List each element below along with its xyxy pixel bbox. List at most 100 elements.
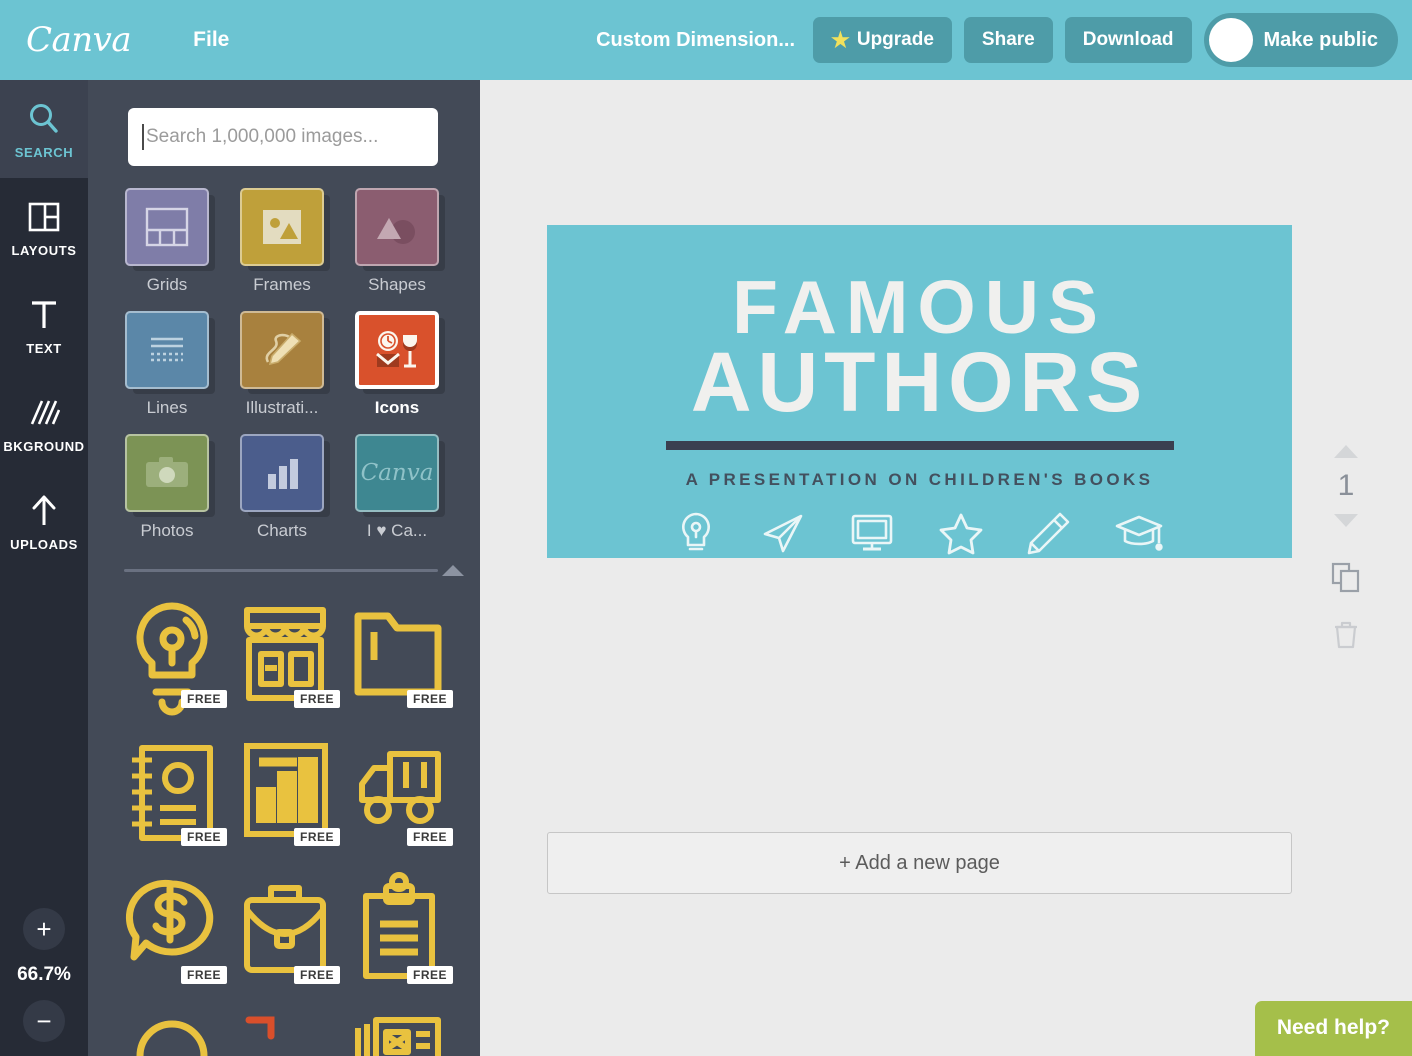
star-icon: ★ xyxy=(831,28,850,52)
monitor-icon[interactable] xyxy=(849,511,895,558)
canva-logo[interactable]: Canva xyxy=(26,20,132,60)
charts-icon xyxy=(240,434,324,512)
category-tiles: Grids Frames Shapes Lines Illustrati... … xyxy=(88,166,480,557)
pencil-icon[interactable] xyxy=(1027,510,1071,558)
collapse-chevron-up-icon[interactable] xyxy=(442,565,464,576)
assets-panel: Search 1,000,000 images... Grids Frames … xyxy=(88,80,480,1056)
icon-result-newspaper[interactable]: FREE xyxy=(348,1010,461,1056)
sidebar-item-bkground[interactable]: BKGROUND xyxy=(0,374,88,472)
share-label: Share xyxy=(981,29,1035,50)
category-tile-label: Grids xyxy=(146,275,188,294)
sidebar-item-label: LAYOUTS xyxy=(11,243,77,258)
star-outline-icon[interactable] xyxy=(938,511,984,558)
sidebar-item-layouts[interactable]: LAYOUTS xyxy=(0,178,88,276)
grids-icon xyxy=(125,188,209,266)
lightbulb-icon[interactable] xyxy=(675,510,717,558)
category-tile-frames[interactable]: Frames xyxy=(240,188,355,295)
page-controls: 1 xyxy=(1318,445,1374,655)
category-tile-label: Photos xyxy=(140,521,194,540)
icon-result-balloon[interactable] xyxy=(235,1010,348,1056)
file-menu[interactable]: File xyxy=(193,28,229,52)
need-help-button[interactable]: Need help? xyxy=(1254,1001,1412,1056)
layouts-icon xyxy=(28,196,60,238)
zoom-level-value: 66.7% xyxy=(17,964,71,985)
slide-subtitle[interactable]: A PRESENTATION ON CHILDREN'S BOOKS xyxy=(547,470,1292,490)
sidebar-item-label: SEARCH xyxy=(14,145,74,160)
header-actions: Custom Dimension... ★ Upgrade Share Down… xyxy=(596,13,1412,67)
sidebar-item-label: BKGROUND xyxy=(3,439,85,454)
free-badge: FREE xyxy=(406,966,453,984)
icon-result-bar-chart[interactable]: FREE xyxy=(235,734,348,872)
left-rail: SEARCH LAYOUTS TEXT BKGROUND UPLOADS + 6… xyxy=(0,80,88,1056)
uploads-icon xyxy=(29,490,59,532)
graduation-cap-icon[interactable] xyxy=(1114,511,1164,558)
slide-rule xyxy=(665,440,1174,450)
icon-result-folder[interactable]: FREE xyxy=(348,596,461,734)
zoom-controls: + 66.7% − xyxy=(0,908,88,1042)
search-placeholder: Search 1,000,000 images... xyxy=(146,126,379,147)
duplicate-page-icon[interactable] xyxy=(1330,561,1362,598)
icon-result-notebook[interactable]: FREE xyxy=(122,734,235,872)
free-badge: FREE xyxy=(180,828,227,846)
category-tile-grids[interactable]: Grids xyxy=(125,188,240,295)
text-icon xyxy=(29,294,59,336)
panel-divider xyxy=(124,565,464,576)
canva-brand-icon: Canva xyxy=(355,434,439,512)
icon-result-briefcase[interactable]: FREE xyxy=(235,872,348,1010)
category-tile-label: Shapes xyxy=(368,275,426,294)
sidebar-item-uploads[interactable]: UPLOADS xyxy=(0,472,88,570)
photos-icon xyxy=(125,434,209,512)
upgrade-button[interactable]: ★ Upgrade xyxy=(813,17,952,63)
slide-title-line2[interactable]: AUTHORS xyxy=(547,340,1292,424)
sidebar-item-search[interactable]: SEARCH xyxy=(0,80,88,178)
trash-icon[interactable] xyxy=(1332,620,1360,655)
share-button[interactable]: Share xyxy=(963,17,1053,63)
free-badge: FREE xyxy=(293,966,340,984)
sidebar-item-label: TEXT xyxy=(26,341,62,356)
icon-result-shop[interactable]: FREE xyxy=(235,596,348,734)
add-new-page-button[interactable]: + Add a new page xyxy=(547,832,1292,894)
zoom-in-button[interactable]: + xyxy=(23,908,65,950)
icons-icon xyxy=(355,311,439,389)
chevron-down-icon[interactable] xyxy=(1334,514,1358,527)
slide-canvas[interactable]: FAMOUS AUTHORS A PRESENTATION ON CHILDRE… xyxy=(547,225,1292,558)
chevron-up-icon[interactable] xyxy=(1334,445,1358,458)
icon-result-dollar-chat[interactable]: FREE xyxy=(122,872,235,1010)
icon-result-truck[interactable]: FREE xyxy=(348,734,461,872)
free-badge: FREE xyxy=(180,966,227,984)
icon-result-clipboard[interactable]: FREE xyxy=(348,872,461,1010)
free-badge: FREE xyxy=(406,690,453,708)
toggle-knob xyxy=(1208,18,1253,62)
illustrations-icon xyxy=(240,311,324,389)
free-badge: FREE xyxy=(406,828,453,846)
document-title[interactable]: Custom Dimension... xyxy=(596,29,795,52)
category-tile-label: Icons xyxy=(374,398,420,417)
page-number: 1 xyxy=(1337,469,1355,502)
paper-plane-icon[interactable] xyxy=(760,510,806,558)
zoom-out-button[interactable]: − xyxy=(23,1000,65,1042)
search-input[interactable]: Search 1,000,000 images... xyxy=(128,108,438,166)
sidebar-item-text[interactable]: TEXT xyxy=(0,276,88,374)
icon-result-magnifier[interactable] xyxy=(122,1010,235,1056)
sidebar-item-label: UPLOADS xyxy=(10,537,78,552)
background-icon xyxy=(28,392,60,434)
icon-result-lightbulb[interactable]: FREE xyxy=(122,596,235,734)
download-button[interactable]: Download xyxy=(1064,17,1192,63)
upgrade-label: Upgrade xyxy=(856,29,934,50)
category-tile-label: Charts xyxy=(256,521,308,540)
category-tile-i-love-canva[interactable]: Canva I ♥ Ca... xyxy=(355,434,470,541)
category-tile-photos[interactable]: Photos xyxy=(125,434,240,541)
category-tile-shapes[interactable]: Shapes xyxy=(355,188,470,295)
category-tile-label: Illustrati... xyxy=(245,398,319,417)
slide-title-line1[interactable]: FAMOUS xyxy=(547,270,1292,345)
make-public-label: Make public xyxy=(1263,28,1378,51)
category-tile-illustrations[interactable]: Illustrati... xyxy=(240,311,355,418)
app-header: Canva File Custom Dimension... ★ Upgrade… xyxy=(0,0,1412,80)
search-area: Search 1,000,000 images... xyxy=(88,80,480,166)
lines-icon xyxy=(125,311,209,389)
category-tile-charts[interactable]: Charts xyxy=(240,434,355,541)
category-tile-label: Lines xyxy=(146,398,188,417)
category-tile-lines[interactable]: Lines xyxy=(125,311,240,418)
category-tile-icons[interactable]: Icons xyxy=(355,311,470,418)
make-public-toggle[interactable]: Make public xyxy=(1203,13,1398,67)
